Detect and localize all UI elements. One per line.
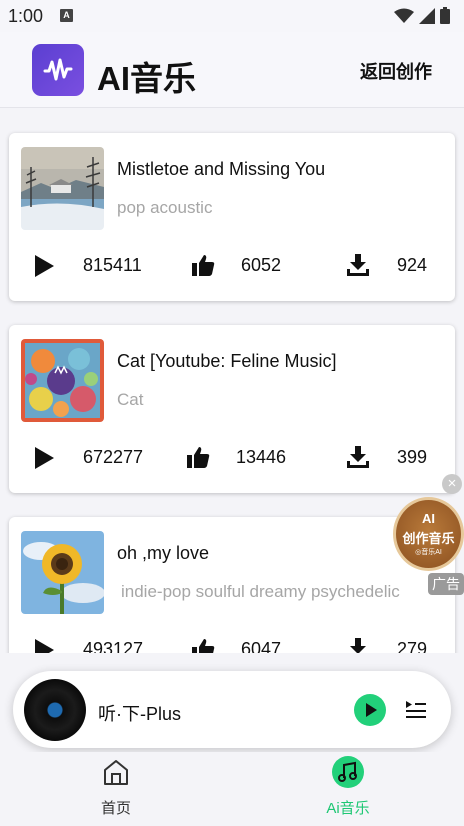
song-tags: pop acoustic [117, 198, 213, 217]
song-card[interactable]: Mistletoe and Missing You pop acoustic 8… [9, 133, 455, 301]
signal-icon [419, 7, 435, 24]
back-to-create-button[interactable]: 返回创作 [360, 58, 432, 84]
ad-line-3: ◎音乐AI [415, 549, 442, 556]
play-icon [366, 703, 377, 717]
song-cover[interactable] [21, 339, 104, 422]
song-tags: indie-pop soulful dreamy psychedelic [121, 582, 400, 601]
play-icon[interactable] [34, 255, 54, 277]
ad-close-button[interactable]: × [442, 474, 462, 494]
like-count: 13446 [236, 447, 287, 467]
player-play-button[interactable] [354, 694, 386, 726]
notification-icon: A [60, 9, 73, 22]
play-count: 672277 [83, 447, 144, 467]
app-header: AI音乐 返回创作 [0, 32, 464, 108]
song-stats: 672277 13446 399 [9, 443, 455, 471]
download-icon[interactable] [346, 445, 370, 469]
song-tags: Cat [117, 390, 144, 409]
song-cover[interactable] [21, 531, 104, 614]
status-icons [394, 7, 450, 24]
page-title: AI音乐 [97, 60, 196, 97]
app-logo [32, 44, 84, 96]
music-note-icon [332, 756, 364, 788]
download-count: 279 [396, 639, 427, 653]
bottom-tab-bar: 首页 Ai音乐 [0, 752, 464, 826]
status-bar: 1:00 A [0, 0, 464, 32]
wifi-icon [394, 8, 414, 23]
thumbs-up-icon[interactable] [191, 637, 215, 653]
ad-label: 广告 [428, 573, 464, 595]
song-list[interactable]: Mistletoe and Missing You pop acoustic 8… [0, 108, 464, 653]
home-icon [100, 756, 132, 788]
like-count: 6047 [241, 639, 282, 653]
download-icon[interactable] [346, 637, 370, 653]
ad-line-2: 创作音乐 [402, 531, 455, 546]
player-title: 听·下-Plus [98, 704, 182, 724]
play-count: 815411 [83, 255, 142, 275]
song-stats: 493127 6047 279 [9, 635, 455, 653]
download-icon[interactable] [346, 253, 370, 277]
song-title: oh ,my love [117, 543, 210, 563]
song-card[interactable]: oh ,my love indie-pop soulful dreamy psy… [9, 517, 455, 653]
song-title: Mistletoe and Missing You [117, 159, 326, 179]
tab-home-label: 首页 [100, 800, 131, 817]
thumbs-up-icon[interactable] [186, 445, 210, 469]
like-count: 6052 [241, 255, 282, 275]
tab-ai-music-label: Ai音乐 [326, 800, 370, 817]
ad-line-1: AI [422, 511, 435, 526]
play-count: 493127 [83, 639, 144, 653]
play-icon[interactable] [34, 447, 54, 469]
status-time: 1:00 [8, 6, 44, 26]
waveform-icon [43, 58, 73, 81]
battery-icon [440, 7, 450, 24]
tab-ai-music[interactable]: Ai音乐 [232, 752, 464, 826]
song-card[interactable]: Cat [Youtube: Feline Music] Cat 672277 1… [9, 325, 455, 493]
playlist-icon[interactable] [405, 698, 427, 720]
ai-create-music-ad[interactable]: AI 创作音乐 ◎音乐AI [393, 497, 464, 571]
play-icon[interactable] [34, 639, 54, 653]
song-cover[interactable] [21, 147, 104, 230]
mini-player[interactable]: 听·下-Plus [13, 671, 451, 748]
tab-home[interactable]: 首页 [0, 752, 232, 826]
thumbs-up-icon[interactable] [191, 253, 215, 277]
download-count: 399 [396, 447, 427, 467]
song-stats: 815411 6052 924 [9, 251, 455, 279]
vinyl-record-icon[interactable] [24, 679, 86, 741]
song-title: Cat [Youtube: Feline Music] [117, 351, 337, 371]
download-count: 924 [396, 255, 427, 275]
